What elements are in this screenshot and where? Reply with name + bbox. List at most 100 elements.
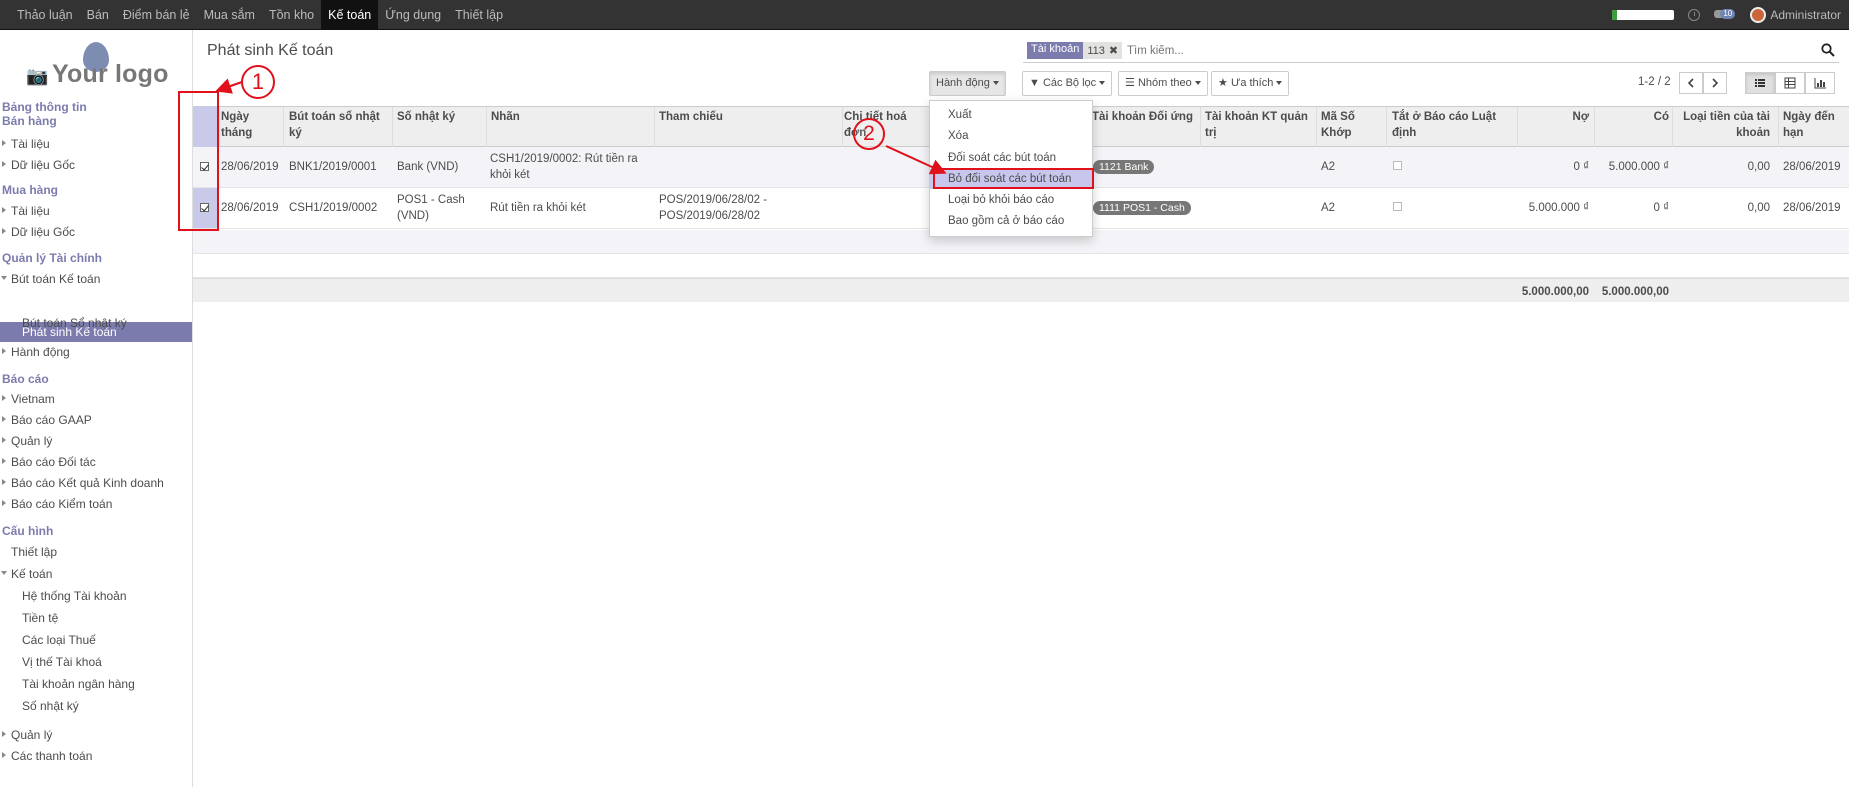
col-amount-currency[interactable]: Loại tiền của tài khoản xyxy=(1672,109,1770,141)
col-journal[interactable]: Số nhật ký xyxy=(397,109,482,125)
col-credit[interactable]: Có xyxy=(1594,109,1669,125)
col-reference[interactable]: Tham chiếu xyxy=(659,109,829,125)
messages-icon[interactable]: 10 xyxy=(1714,8,1736,22)
menu-item-include-report[interactable]: Bao gồm cả ở báo cáo xyxy=(930,211,1092,231)
filters-label: Các Bộ lọc xyxy=(1042,77,1097,89)
chevron-down-icon xyxy=(1099,81,1106,86)
camera-icon: 📷 xyxy=(26,66,49,86)
action-button[interactable]: Hành động xyxy=(929,71,1006,96)
menu-inventory[interactable]: Tồn kho xyxy=(262,0,321,30)
menu-apps[interactable]: Ứng dụng xyxy=(378,0,448,30)
menu-sales[interactable]: Bán xyxy=(80,0,116,30)
groupby-button[interactable]: ☰ Nhóm theo xyxy=(1118,71,1208,96)
sidebar-item-taxes[interactable]: Các loại Thuế xyxy=(22,633,96,647)
sidebar-item-bank-accounts[interactable]: Tài khoản ngân hàng xyxy=(22,677,135,691)
sidebar-item-sales-documents[interactable]: Tài liệu xyxy=(2,137,50,151)
logo-text: Your logo xyxy=(52,60,169,88)
sidebar-item-label: Quản lý xyxy=(11,728,53,742)
filters-button[interactable]: ▼ Các Bộ lọc xyxy=(1022,71,1113,96)
sidebar-item-fiscal-positions[interactable]: Vị thế Tài khoá xyxy=(22,655,102,669)
search-icon[interactable] xyxy=(1821,43,1835,57)
list-icon xyxy=(1755,79,1765,87)
sidebar-item-settings[interactable]: Thiết lập xyxy=(11,545,57,559)
menu-purchase[interactable]: Mua sắm xyxy=(197,0,262,30)
pivot-view-button[interactable] xyxy=(1775,72,1805,94)
cell-label: CSH1/2019/0002: Rút tiền ra khỏi két xyxy=(490,153,638,181)
chevron-right-icon xyxy=(1712,78,1719,88)
menu-item-reconcile[interactable]: Đối soát các bút toán xyxy=(930,148,1092,168)
company-logo[interactable]: 📷 Your logo xyxy=(22,42,172,92)
sidebar-item-profit-loss[interactable]: Báo cáo Kết quả Kinh doanh xyxy=(2,476,164,490)
menu-accounting[interactable]: Kế toán xyxy=(321,0,379,30)
blocked-checkbox[interactable] xyxy=(1393,161,1402,170)
col-analytic[interactable]: Tài khoản KT quản trị xyxy=(1205,109,1313,141)
menu-item-export[interactable]: Xuất xyxy=(930,105,1092,125)
sidebar-item-journal-entries-group[interactable]: Bút toán Kế toán xyxy=(1,272,100,286)
sidebar-item-gaap-reports[interactable]: Báo cáo GAAP xyxy=(2,413,92,427)
sidebar-item-label: Báo cáo Kết quả Kinh doanh xyxy=(11,476,164,490)
menu-item-delete[interactable]: Xóa xyxy=(930,126,1092,146)
sidebar-item-journals[interactable]: Số nhật ký xyxy=(22,699,79,713)
cell-credit: 0 ₫ xyxy=(1653,202,1670,214)
col-due-date[interactable]: Ngày đến hạn xyxy=(1783,109,1845,141)
menu-discuss[interactable]: Thảo luận xyxy=(10,0,80,30)
total-credit: 5.000.000,00 xyxy=(1601,286,1669,298)
sidebar-item-purchase-documents[interactable]: Tài liệu xyxy=(2,204,50,218)
col-blocked[interactable]: Tắt ở Báo cáo Luật định xyxy=(1392,109,1517,141)
col-divider xyxy=(654,107,655,147)
pager-value[interactable]: 1-2 / 2 xyxy=(1638,76,1671,88)
facet-remove-icon[interactable]: ✖ xyxy=(1109,44,1118,57)
sidebar-item-payments[interactable]: Các thanh toán xyxy=(2,749,92,763)
caret-right-icon xyxy=(2,479,6,485)
search-bar: Tài khoản 113 ✖ xyxy=(1023,40,1839,63)
pager-next[interactable] xyxy=(1703,72,1727,94)
onboarding-progress[interactable] xyxy=(1612,10,1675,20)
sidebar-item-purchase-master-data[interactable]: Dữ liệu Gốc xyxy=(2,225,75,239)
menu-pos[interactable]: Điểm bán lẻ xyxy=(116,0,197,30)
sidebar-item-actions[interactable]: Hành động xyxy=(2,345,70,359)
col-move[interactable]: Bút toán số nhật ký xyxy=(289,109,381,141)
caret-right-icon xyxy=(2,207,6,213)
sidebar-item-vietnam[interactable]: Vietnam xyxy=(2,392,55,406)
menu-settings[interactable]: Thiết lập xyxy=(448,0,510,30)
activity-clock-icon[interactable] xyxy=(1688,9,1701,21)
col-debit[interactable]: Nợ xyxy=(1517,109,1589,125)
counterpart-tag[interactable]: 1121 Bank xyxy=(1093,160,1155,174)
sidebar-item-accounting[interactable]: Kế toán xyxy=(1,567,52,581)
col-counterpart[interactable]: Tài khoản Đối ứng xyxy=(1092,109,1197,125)
menu-item-exclude-report[interactable]: Loại bỏ khỏi báo cáo xyxy=(930,190,1092,210)
col-label[interactable]: Nhãn xyxy=(491,109,641,125)
search-input[interactable] xyxy=(1127,42,1687,60)
graph-view-button[interactable] xyxy=(1805,72,1835,94)
col-date[interactable]: Ngày tháng xyxy=(219,109,274,141)
favorites-button[interactable]: ★ Ưa thích xyxy=(1211,71,1290,96)
sidebar-item-management-config[interactable]: Quản lý xyxy=(2,728,53,742)
caret-right-icon xyxy=(2,416,6,422)
sidebar-item-label: Báo cáo GAAP xyxy=(11,413,92,427)
counterpart-tag[interactable]: 1111 POS1 - Cash xyxy=(1093,201,1191,215)
sidebar-item-journal-entries[interactable]: Bút toán Sổ nhật ký xyxy=(22,316,127,330)
user-menu[interactable]: Administrator xyxy=(1750,7,1841,23)
cell-reference: POS/2019/06/28/02 - POS/2019/06/28/02 xyxy=(659,194,768,222)
sidebar-item-audit-reports[interactable]: Báo cáo Kiểm toán xyxy=(2,497,112,511)
chevron-down-icon xyxy=(992,81,999,86)
sidebar-item-management[interactable]: Quản lý xyxy=(2,434,52,448)
sidebar-item-label: Tài liệu xyxy=(11,137,50,151)
sidebar-heading-dashboard[interactable]: Bảng thông tin xyxy=(2,100,87,114)
chevron-down-icon xyxy=(1276,81,1283,86)
search-facet[interactable]: Tài khoản 113 ✖ xyxy=(1027,42,1123,59)
sidebar-item-label: Dữ liệu Gốc xyxy=(11,158,76,172)
blocked-checkbox[interactable] xyxy=(1393,202,1402,211)
sidebar-item-sales-master-data[interactable]: Dữ liệu Gốc xyxy=(2,158,76,172)
sidebar: 📷 Your logo Bảng thông tin Bán hàng Tài … xyxy=(0,30,193,787)
pager-previous[interactable] xyxy=(1679,72,1703,94)
filter-icon: ▼ xyxy=(1029,77,1040,89)
list-view-button[interactable] xyxy=(1745,72,1775,94)
col-matching[interactable]: Mã Số Khớp xyxy=(1321,109,1371,141)
arrow-1 xyxy=(215,78,243,94)
sidebar-heading-reports: Báo cáo xyxy=(2,372,49,386)
sidebar-item-chart-of-accounts[interactable]: Hệ thống Tài khoản xyxy=(22,589,127,603)
caret-right-icon xyxy=(2,348,6,354)
sidebar-item-currencies[interactable]: Tiền tệ xyxy=(22,611,58,625)
sidebar-item-partner-reports[interactable]: Báo cáo Đối tác xyxy=(2,455,96,469)
